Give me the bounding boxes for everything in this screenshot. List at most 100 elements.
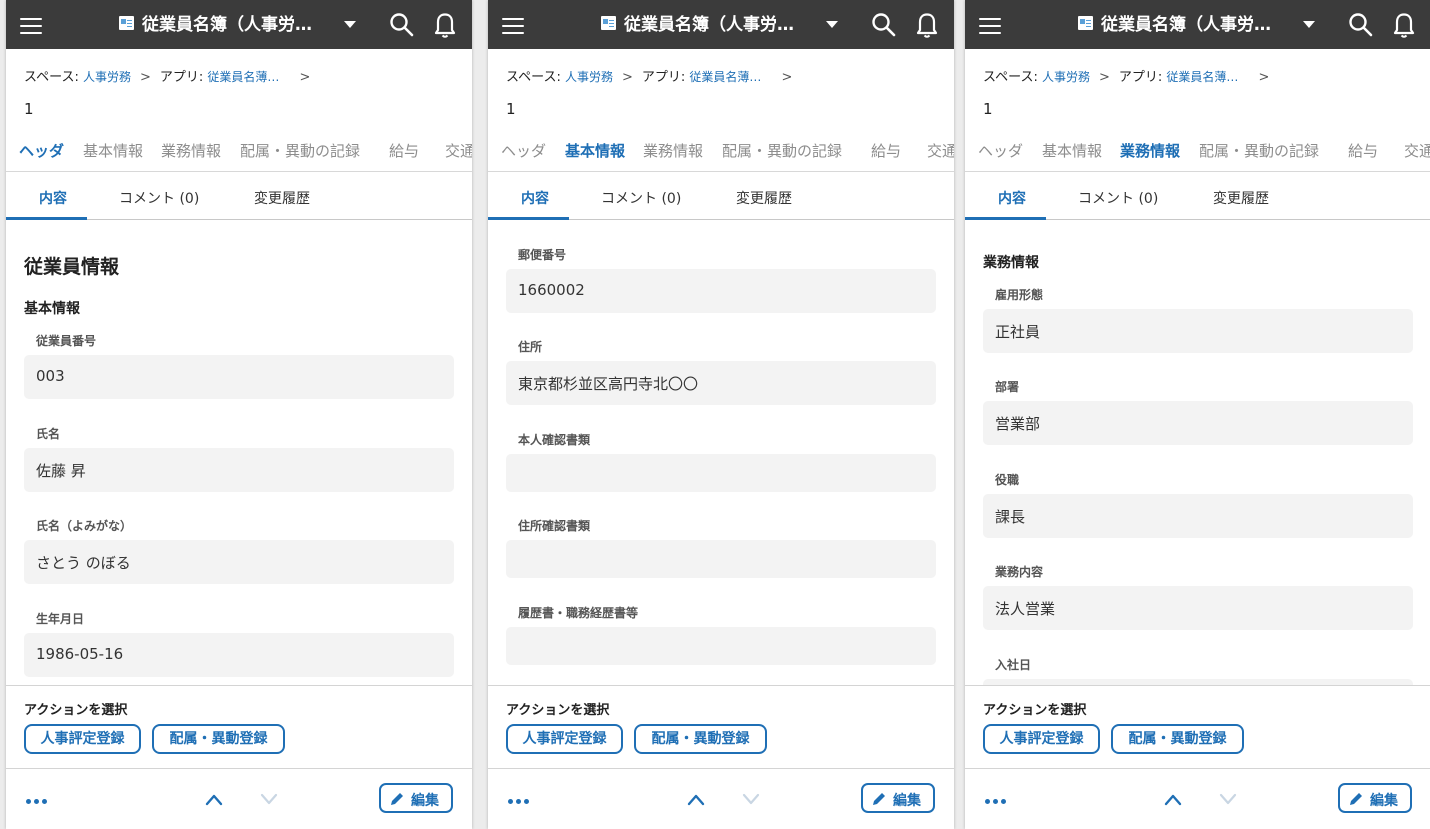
breadcrumb-app-link[interactable]: 従業員名薄… — [1166, 70, 1238, 84]
breadcrumb-app-link[interactable]: 従業員名薄… — [689, 70, 761, 84]
section-tab[interactable]: 業務情報 — [643, 140, 703, 161]
field-value: さとう のぼる — [36, 554, 131, 572]
group-heading: 業務情報 — [983, 255, 1039, 271]
more-options-icon[interactable] — [508, 789, 538, 804]
action-panel: アクションを選択人事評定登録 配属・異動登録 — [488, 685, 954, 768]
top-app-bar: 従業員名簿（人事労… — [6, 0, 472, 49]
notifications-button[interactable] — [1392, 11, 1416, 39]
previous-record-button[interactable] — [686, 791, 706, 806]
action-select-label: アクションを選択 — [506, 703, 610, 718]
section-tab[interactable]: 交通 — [1404, 140, 1430, 161]
search-button[interactable] — [1348, 12, 1374, 38]
field-value: 1986-05-16 — [36, 645, 124, 663]
record-fields: 郵便番号 1660002 住所 東京都杉並区高円寺北〇〇 本人確認書類 住所確認書類 履歴書… — [488, 220, 954, 685]
previous-record-button[interactable] — [204, 791, 224, 806]
assignment-transfer-register-button[interactable]: 配属・異動登録 — [1111, 724, 1244, 754]
content-tab[interactable]: 内容 — [521, 188, 549, 208]
edit-button[interactable]: 編集 — [379, 783, 453, 813]
breadcrumb-space-link[interactable]: 人事労務 — [1042, 70, 1090, 84]
section-tab[interactable]: 配属・異動の記録 — [722, 140, 842, 161]
more-options-icon[interactable] — [985, 789, 1015, 804]
field-value-box: 1660002 — [506, 269, 936, 313]
section-tab-bar: ヘッダ基本情報業務情報配属・異動の記録 給与 交通 — [965, 128, 1430, 172]
field-value-box — [506, 454, 936, 492]
edit-button[interactable]: 編集 — [1338, 783, 1412, 813]
section-tab[interactable]: ヘッダ — [501, 140, 546, 161]
field-value: 法人営業 — [995, 600, 1056, 618]
field-value-box: 正社員 — [983, 309, 1413, 353]
section-tab[interactable]: 基本情報 — [83, 140, 143, 161]
search-icon — [390, 13, 414, 37]
content-tab[interactable]: コメント (0) — [601, 188, 681, 208]
field-label: 役職 — [995, 473, 1020, 487]
field-value-box: さとう のぼる — [24, 540, 454, 584]
section-tab[interactable]: 配属・異動の記録 — [1199, 140, 1319, 161]
assignment-transfer-register-button[interactable]: 配属・異動登録 — [152, 724, 285, 754]
field-value-box: 課長 — [983, 494, 1413, 538]
more-options-icon[interactable] — [26, 789, 56, 804]
section-tab[interactable]: 交通 — [445, 140, 472, 161]
assignment-transfer-register-button[interactable]: 配属・異動登録 — [634, 724, 767, 754]
search-button[interactable] — [389, 12, 415, 38]
field-label: 入社日 — [995, 658, 1032, 672]
breadcrumb: スペース: 人事労務 > アプリ: 従業員名薄… > — [24, 66, 319, 85]
section-tab[interactable]: 基本情報 — [565, 140, 625, 161]
hamburger-menu-icon[interactable] — [502, 13, 524, 37]
field-label: 氏名（よみがな） — [36, 519, 133, 533]
section-tab[interactable]: 業務情報 — [161, 140, 221, 161]
breadcrumb-app-label: アプリ: — [1118, 70, 1163, 85]
content-tab[interactable]: コメント (0) — [1078, 188, 1158, 208]
search-button[interactable] — [871, 12, 897, 38]
content-tab[interactable]: 変更履歴 — [1213, 188, 1269, 208]
action-panel: アクションを選択人事評定登録 配属・異動登録 — [6, 685, 472, 768]
chevron-up-icon — [1164, 794, 1182, 806]
hr-evaluation-register-button[interactable]: 人事評定登録 — [983, 724, 1100, 754]
field-value-box — [506, 627, 936, 665]
notifications-button[interactable] — [433, 11, 457, 39]
breadcrumb-space-link[interactable]: 人事労務 — [565, 70, 613, 84]
hr-evaluation-register-button[interactable]: 人事評定登録 — [24, 724, 141, 754]
content-tab[interactable]: 変更履歴 — [736, 188, 792, 208]
section-tab[interactable]: 交通 — [927, 140, 954, 161]
breadcrumb-space-link[interactable]: 人事労務 — [83, 70, 131, 84]
pencil-icon — [873, 793, 885, 805]
record-number: 1 — [506, 100, 516, 118]
notifications-button[interactable] — [915, 11, 939, 39]
section-tab[interactable]: 給与 — [1348, 140, 1378, 161]
record-fields: 業務情報 雇用形態 正社員 部署 営業部 役職 課長 業務内容 法人営業 入社日 — [965, 220, 1430, 685]
section-tab[interactable]: 給与 — [871, 140, 901, 161]
section-tab[interactable]: 業務情報 — [1120, 140, 1180, 161]
field-label: 部署 — [995, 380, 1020, 394]
field-label: 郵便番号 — [518, 248, 567, 262]
action-select-label: アクションを選択 — [24, 703, 128, 718]
field-label: 氏名 — [36, 427, 61, 441]
content-tab[interactable]: 内容 — [998, 188, 1026, 208]
chevron-up-icon — [687, 794, 705, 806]
bottom-toolbar: 編集 — [965, 768, 1430, 829]
app-dropdown-caret-icon[interactable] — [826, 21, 838, 28]
breadcrumb: スペース: 人事労務 > アプリ: 従業員名薄… > — [983, 66, 1278, 85]
section-tab[interactable]: ヘッダ — [978, 140, 1023, 161]
field-value-box: 003 — [24, 355, 454, 399]
hamburger-menu-icon[interactable] — [20, 13, 42, 37]
field-label: 業務内容 — [995, 565, 1044, 579]
field-value-box: 営業部 — [983, 401, 1413, 445]
breadcrumb-app-link[interactable]: 従業員名薄… — [207, 70, 279, 84]
section-tab[interactable]: 基本情報 — [1042, 140, 1102, 161]
content-tab[interactable]: コメント (0) — [119, 188, 199, 208]
record-fields: 従業員情報 基本情報 従業員番号 003 氏名 佐藤 昇氏名（よみがな） さとう のぼる 生年… — [6, 220, 472, 685]
section-tab[interactable]: 給与 — [389, 140, 419, 161]
edit-button[interactable]: 編集 — [861, 783, 935, 813]
section-tab[interactable]: ヘッダ — [19, 140, 64, 161]
chevron-down-icon — [742, 793, 760, 805]
content-tab[interactable]: 内容 — [39, 188, 67, 208]
app-dropdown-caret-icon[interactable] — [1303, 21, 1315, 28]
previous-record-button[interactable] — [1163, 791, 1183, 806]
hr-evaluation-register-button[interactable]: 人事評定登録 — [506, 724, 623, 754]
app-dropdown-caret-icon[interactable] — [344, 21, 356, 28]
hamburger-menu-icon[interactable] — [979, 13, 1001, 37]
top-app-bar: 従業員名簿（人事労… — [488, 0, 954, 49]
breadcrumb-separator: > — [621, 70, 633, 85]
section-tab[interactable]: 配属・異動の記録 — [240, 140, 360, 161]
content-tab[interactable]: 変更履歴 — [254, 188, 310, 208]
